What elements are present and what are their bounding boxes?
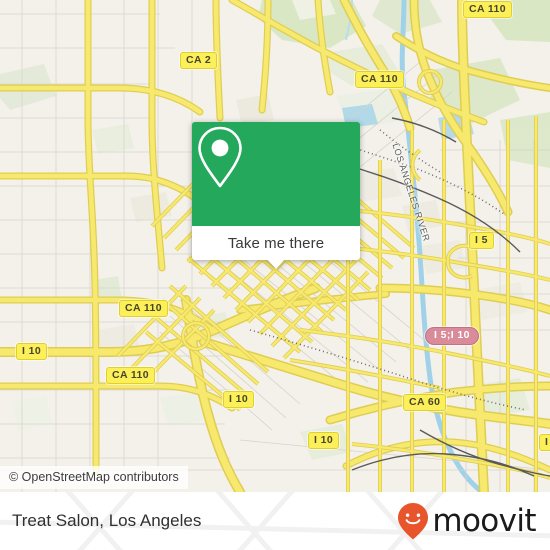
road-shield: I 5;I 10	[425, 327, 479, 345]
road-shield: CA 60	[403, 394, 447, 411]
moovit-wordmark: moovit	[432, 502, 536, 539]
road-shield: CA 2	[180, 52, 218, 69]
take-me-there-label: Take me there	[227, 234, 325, 252]
road-shield: I 10	[16, 343, 48, 360]
road-shield: I 5	[469, 232, 494, 249]
moovit-smiley-pin-icon	[398, 503, 429, 540]
road-shield: I 10	[223, 391, 255, 408]
moovit-location-card: LOS ANGELES RIVER CA 110 CA 2 CA 110 I 5 CA …	[0, 0, 550, 550]
page-title: Treat Salon, Los Angeles	[12, 511, 202, 530]
road-shield: I 10	[308, 432, 340, 449]
popup-icon-area	[192, 122, 360, 226]
location-popup[interactable]: Take me there	[192, 122, 360, 269]
moovit-logo[interactable]: moovit	[396, 501, 537, 541]
road-shield: CA 110	[119, 300, 169, 317]
popup-tail	[267, 259, 285, 269]
map-pin-icon	[198, 126, 242, 188]
map-canvas[interactable]: LOS ANGELES RIVER CA 110 CA 2 CA 110 I 5 CA …	[0, 0, 550, 492]
footer-bar: Treat Salon, Los Angeles moovit	[0, 492, 550, 550]
road-shield: CA 110	[355, 71, 405, 88]
road-shield: I	[539, 434, 550, 451]
road-shield: CA 110	[463, 1, 513, 18]
road-shield: CA 110	[106, 367, 156, 384]
map-attribution[interactable]: © OpenStreetMap contributors	[0, 466, 188, 489]
take-me-there-button[interactable]: Take me there	[192, 226, 360, 269]
